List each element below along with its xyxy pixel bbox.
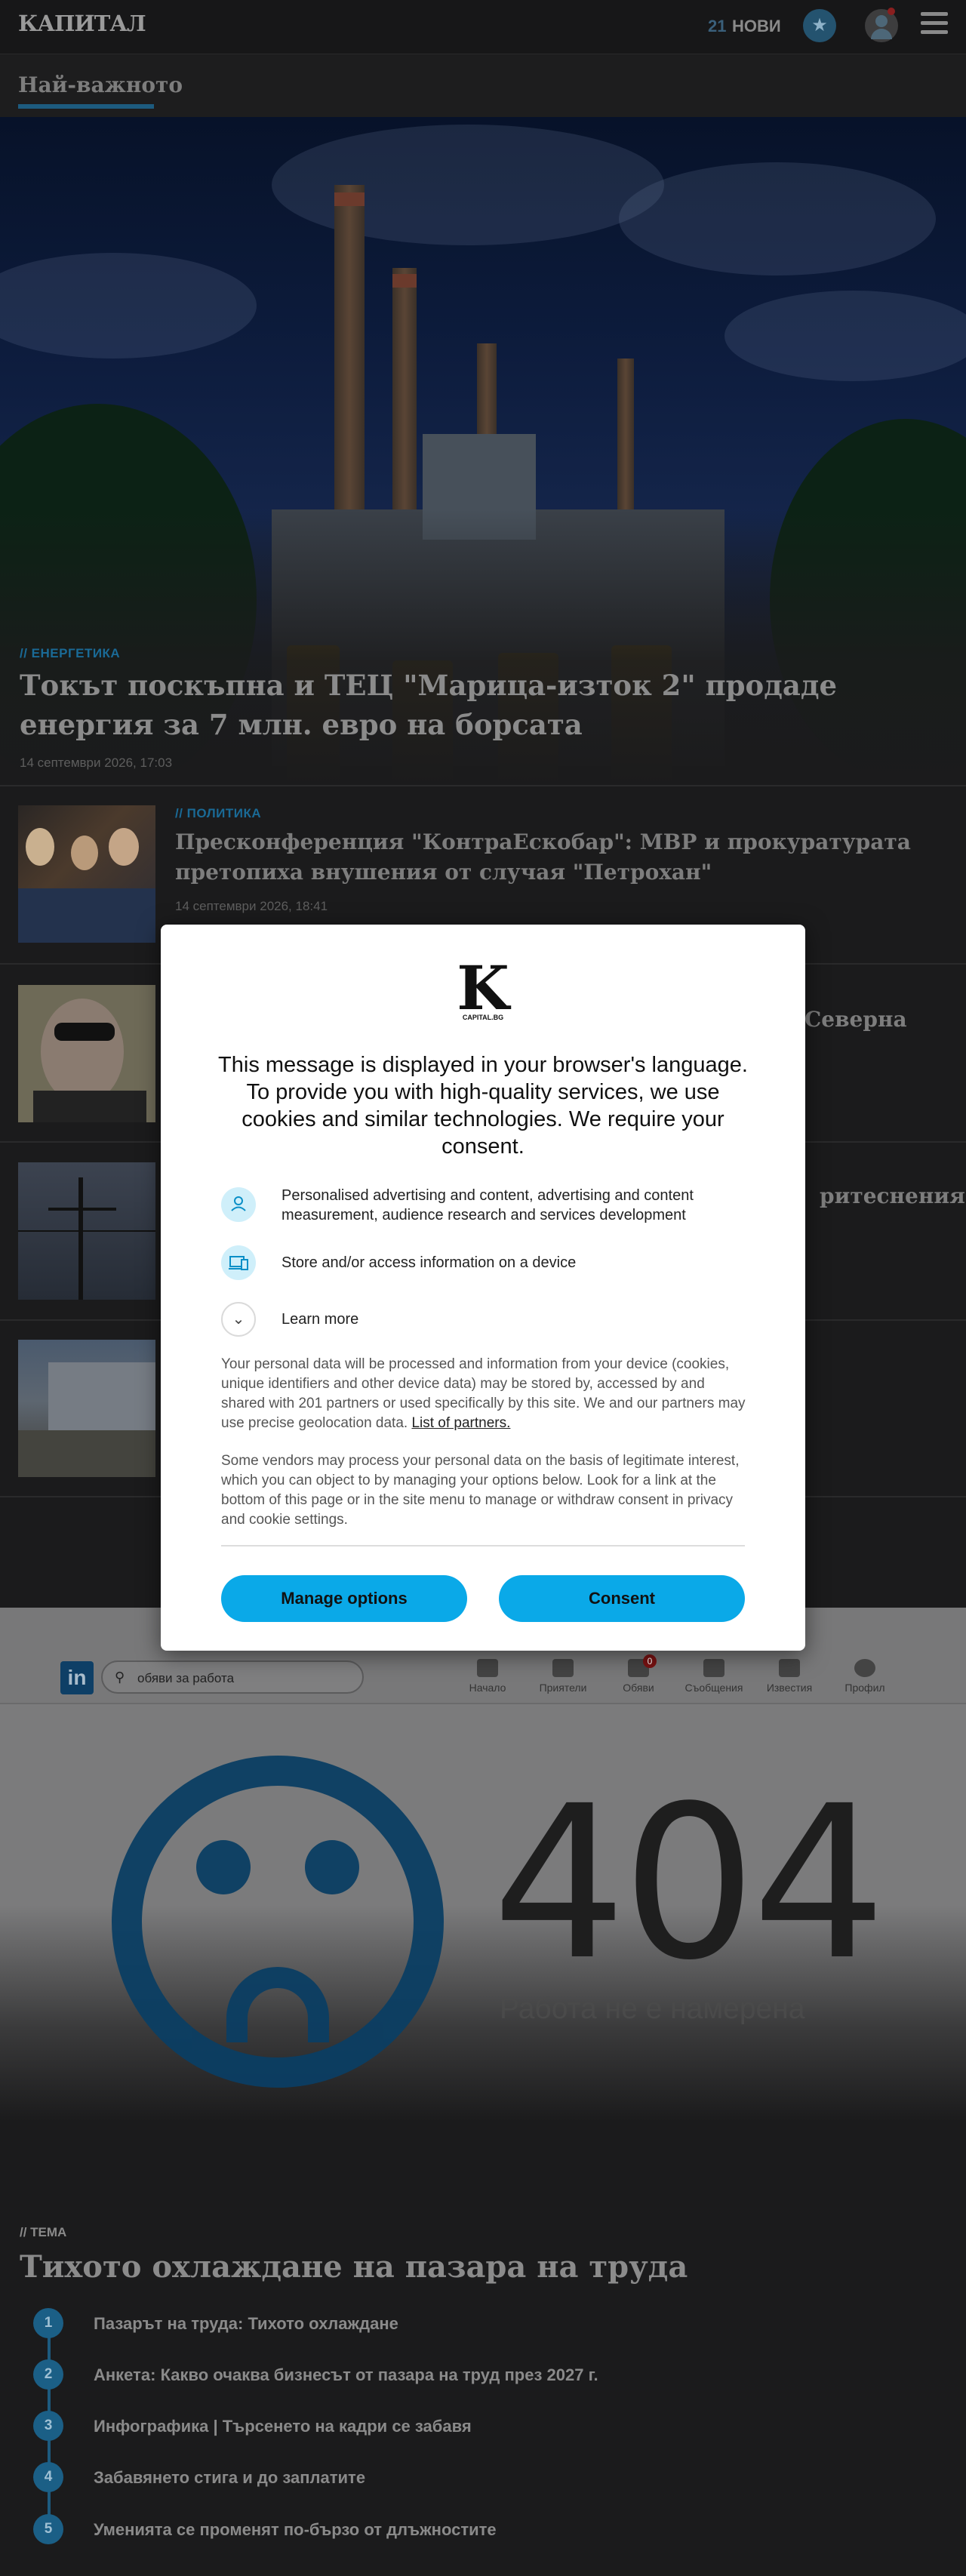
consent-button[interactable]: Consent [499,1575,745,1622]
consent-heading: This message is displayed in your browse… [218,1053,748,1159]
modal-divider [221,1545,745,1547]
capital-logo: K CAPITAL.BG [457,953,509,1023]
consent-dialog: K CAPITAL.BG This message is displayed i… [161,925,805,1651]
page: КАПИТАЛ 21 НОВИ ★ Най-важното // ЕНЕРГЕТ… [0,0,966,2576]
person-icon [221,1187,256,1222]
consent-paragraph-1: Your personal data will be processed and… [221,1356,746,1431]
purpose-text: Personalised advertising and content, ad… [281,1187,694,1223]
partners-link[interactable]: List of partners. [411,1415,510,1431]
manage-options-button[interactable]: Manage options [221,1575,467,1622]
learn-more-label[interactable]: Learn more [281,1310,358,1329]
chevron-down-icon[interactable]: ⌄ [221,1302,256,1337]
purpose-text: Store and/or access information on a dev… [281,1254,577,1271]
consent-paragraph-2: Some vendors may process your personal d… [221,1453,740,1528]
device-icon [221,1245,256,1280]
